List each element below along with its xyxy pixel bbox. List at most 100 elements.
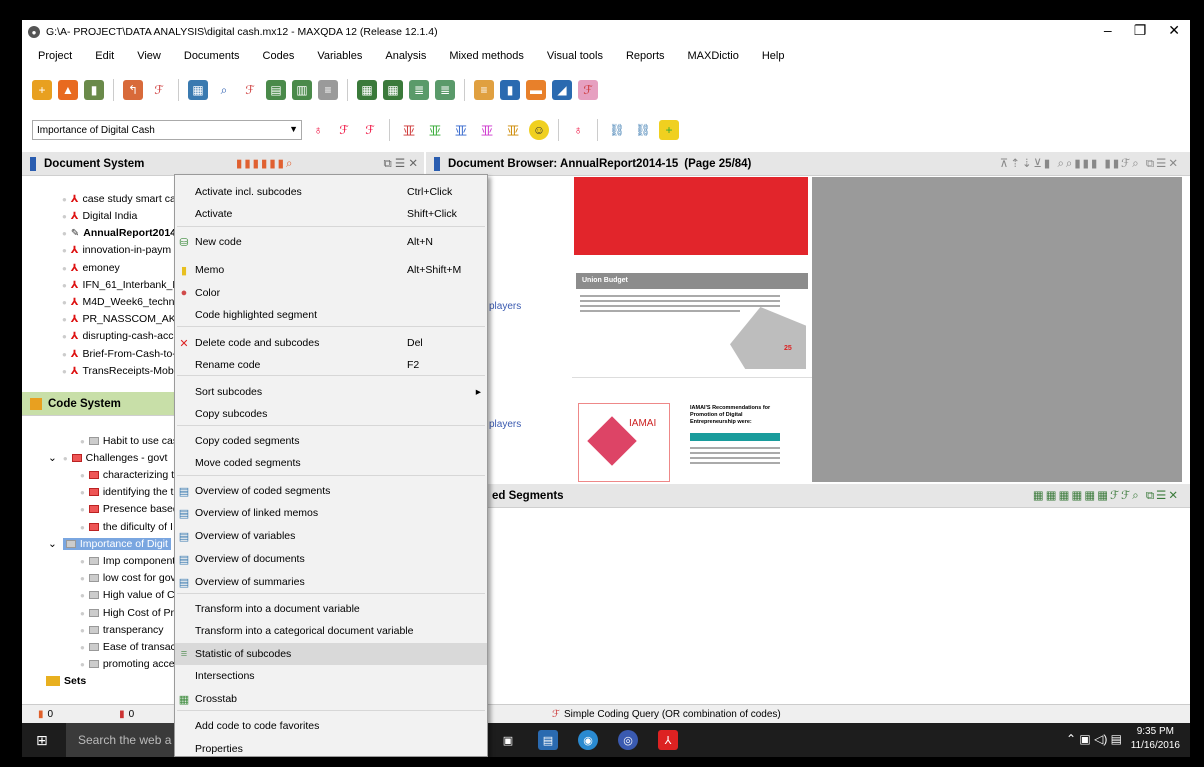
coding-stripe-label[interactable]: l players xyxy=(484,419,521,430)
menu-mixed-methods[interactable]: Mixed methods xyxy=(449,50,524,62)
context-menu-item-new-code[interactable]: ⛁ New code Alt+N xyxy=(175,231,487,253)
code-link-icon[interactable]: ℱ xyxy=(149,80,169,100)
document-item[interactable]: ● ⅄ M4D_Week6_technc xyxy=(62,296,180,308)
context-menu-item-overview-of-linked-memos[interactable]: ▤ Overview of linked memos xyxy=(175,502,487,524)
context-menu-item-copy-coded-segments[interactable]: Copy coded segments xyxy=(175,430,487,452)
context-menu-item-transform-into-a-categorical-document-variable[interactable]: Transform into a categorical document va… xyxy=(175,620,487,642)
undo-code-icon[interactable]: ♁ xyxy=(568,120,588,140)
context-menu-item-overview-of-coded-segments[interactable]: ▤ Overview of coded segments xyxy=(175,480,487,502)
context-menu-item-intersections[interactable]: Intersections xyxy=(175,665,487,687)
variables-icon[interactable]: ▥ xyxy=(292,80,312,100)
highlight-magenta-icon[interactable]: 亚 xyxy=(477,120,497,140)
browser-tools-icon[interactable]: ⊼⇡⇣⊻▮ ⌕⌕▮▮▮ ▮▮ℱ⌕ ⧉☰✕ xyxy=(1000,156,1180,171)
taskbar-clock[interactable]: 9:35 PM 11/16/2016 xyxy=(1131,725,1180,753)
context-menu-item-crosstab[interactable]: ▦ Crosstab xyxy=(175,688,487,710)
coding-query-mode[interactable]: Simple Coding Query (OR combination of c… xyxy=(564,709,781,720)
open-project-icon[interactable]: ▲ xyxy=(58,80,78,100)
document-item[interactable]: ● ⅄ Digital India xyxy=(62,210,137,222)
menu-edit[interactable]: Edit xyxy=(95,50,114,62)
code-item[interactable]: ● Presence based xyxy=(80,503,179,515)
emoticode-icon[interactable]: ☺ xyxy=(529,120,549,140)
context-menu-item-move-coded-segments[interactable]: Move coded segments xyxy=(175,452,487,474)
code-new-icon[interactable]: ℱ xyxy=(360,120,380,140)
context-menu-item-activate-incl-subcodes[interactable]: Activate incl. subcodes Ctrl+Click xyxy=(175,181,487,203)
menu-documents[interactable]: Documents xyxy=(184,50,240,62)
unlink-icon[interactable]: ⛓ xyxy=(633,120,653,140)
code-combo[interactable]: Importance of Digital Cash ▼ xyxy=(32,120,302,140)
document-item[interactable]: ● ⅄ PR_NASSCOM_AKAM xyxy=(62,313,192,325)
link-icon[interactable]: ⛓ xyxy=(607,120,627,140)
document-item[interactable]: ● ⅄ disrupting-cash-acc xyxy=(62,330,174,342)
context-menu-item-sort-subcodes[interactable]: Sort subcodes ▸ xyxy=(175,381,487,403)
document-item[interactable]: ● ⅄ emoney xyxy=(62,262,120,274)
menu-variables[interactable]: Variables xyxy=(317,50,362,62)
acrobat-icon[interactable]: ⅄ xyxy=(658,730,678,750)
coding-stripe-label[interactable]: l players xyxy=(484,301,521,312)
menu-help[interactable]: Help xyxy=(762,50,785,62)
code-item[interactable]: ● Habit to use cas xyxy=(80,435,178,447)
highlight-green-icon[interactable]: 亚 xyxy=(425,120,445,140)
code-item[interactable]: ● transperancy xyxy=(80,624,164,636)
explorer-icon[interactable]: ▤ xyxy=(538,730,558,750)
context-menu-item-overview-of-variables[interactable]: ▤ Overview of variables xyxy=(175,525,487,547)
panel-controls-icon[interactable]: ⧉ ☰ ✕ xyxy=(383,156,418,171)
code-item[interactable]: ● Imp component xyxy=(80,555,175,567)
save-icon[interactable]: ▮ xyxy=(84,80,104,100)
code-item[interactable]: ● characterizing th xyxy=(80,469,180,481)
menu-codes[interactable]: Codes xyxy=(263,50,295,62)
search-icon[interactable]: ⌕ xyxy=(214,80,234,100)
sets-item[interactable]: Sets xyxy=(46,675,86,687)
document-item[interactable]: ● ⅄ case study smart car xyxy=(62,193,179,205)
retrieved-segments-icon[interactable]: ℱ xyxy=(578,80,598,100)
matrix-icon[interactable]: ▦ xyxy=(357,80,377,100)
visual-icon[interactable]: ≡ xyxy=(474,80,494,100)
minimize-button[interactable]: – xyxy=(1104,22,1112,39)
chevron-down-icon[interactable]: ▼ xyxy=(289,124,298,134)
context-menu-item-delete-code-and-subcodes[interactable]: ✕ Delete code and subcodes Del xyxy=(175,332,487,354)
code-item-selected[interactable]: ⌄ Importance of Digit xyxy=(48,538,171,550)
grid-icon[interactable]: ▤ xyxy=(266,80,286,100)
code-item[interactable]: ● promoting acce xyxy=(80,658,175,670)
menu-reports[interactable]: Reports xyxy=(626,50,665,62)
coded-highlight[interactable] xyxy=(690,433,780,441)
highlight-blue-icon[interactable]: 亚 xyxy=(451,120,471,140)
context-menu-item-copy-subcodes[interactable]: Copy subcodes xyxy=(175,403,487,425)
store-icon[interactable]: ▣ xyxy=(498,730,518,750)
summary-table-icon[interactable]: ≣ xyxy=(435,80,455,100)
menu-analysis[interactable]: Analysis xyxy=(385,50,426,62)
retrieved-tools-icon[interactable]: ▦▦▦▦▦▦ℱℱ⌕ ⧉☰✕ xyxy=(1033,488,1180,503)
context-menu-item-activate[interactable]: Activate Shift+Click xyxy=(175,203,487,225)
code-in-vivo-icon[interactable]: ℱ xyxy=(334,120,354,140)
system-tray-icons[interactable]: ⌃ ▣ ◁) ▤ xyxy=(1066,732,1122,746)
windows-start-icon[interactable]: ⊞ xyxy=(36,732,48,749)
browser-icon[interactable]: ◉ xyxy=(578,730,598,750)
table-icon[interactable]: ▦ xyxy=(188,80,208,100)
context-menu-item-overview-of-documents[interactable]: ▤ Overview of documents xyxy=(175,548,487,570)
document-item[interactable]: ● ⅄ innovation-in-paym xyxy=(62,244,171,256)
code-item[interactable]: ⌄ ● Challenges - govt xyxy=(48,452,167,464)
relations-icon[interactable]: ▦ xyxy=(383,80,403,100)
context-menu-item-color[interactable]: ● Color xyxy=(175,282,487,304)
code-item[interactable]: ● High value of Cu xyxy=(80,589,180,601)
context-menu-item-rename-code[interactable]: Rename code F2 xyxy=(175,354,487,376)
summary-icon[interactable]: ≣ xyxy=(409,80,429,100)
report-icon[interactable]: ≡ xyxy=(318,80,338,100)
menu-view[interactable]: View xyxy=(137,50,161,62)
code-item[interactable]: ● High Cost of Pri xyxy=(80,607,176,619)
document-item[interactable]: ● ⅄ TransReceipts-Mobil xyxy=(62,365,178,377)
document-system-tools-icon[interactable]: ▮▮▮▮▮▮⌕ xyxy=(236,156,294,171)
restore-button[interactable]: ❐ xyxy=(1134,22,1147,39)
code-item[interactable]: ● the dificulty of I xyxy=(80,521,173,533)
add-memo-icon[interactable]: + xyxy=(659,120,679,140)
import-icon[interactable]: ↰ xyxy=(123,80,143,100)
lexical-search-icon[interactable]: ℱ xyxy=(240,80,260,100)
document-item[interactable]: ● ⅄ IFN_61_Interbank_M xyxy=(62,279,181,291)
context-menu-item-overview-of-summaries[interactable]: ▤ Overview of summaries xyxy=(175,571,487,593)
document-page[interactable]: Union Budget 25 IAMAI IAMAI'S Recommenda… xyxy=(550,177,812,482)
document-item[interactable]: ● ⅄ Brief-From-Cash-to- xyxy=(62,348,176,360)
new-project-icon[interactable]: + xyxy=(32,80,52,100)
code-item[interactable]: ● Ease of transact xyxy=(80,641,179,653)
maxqda-taskbar-icon[interactable]: ◎ xyxy=(618,730,638,750)
menu-maxdictio[interactable]: MAXDictio xyxy=(688,50,739,62)
menu-project[interactable]: Project xyxy=(38,50,72,62)
